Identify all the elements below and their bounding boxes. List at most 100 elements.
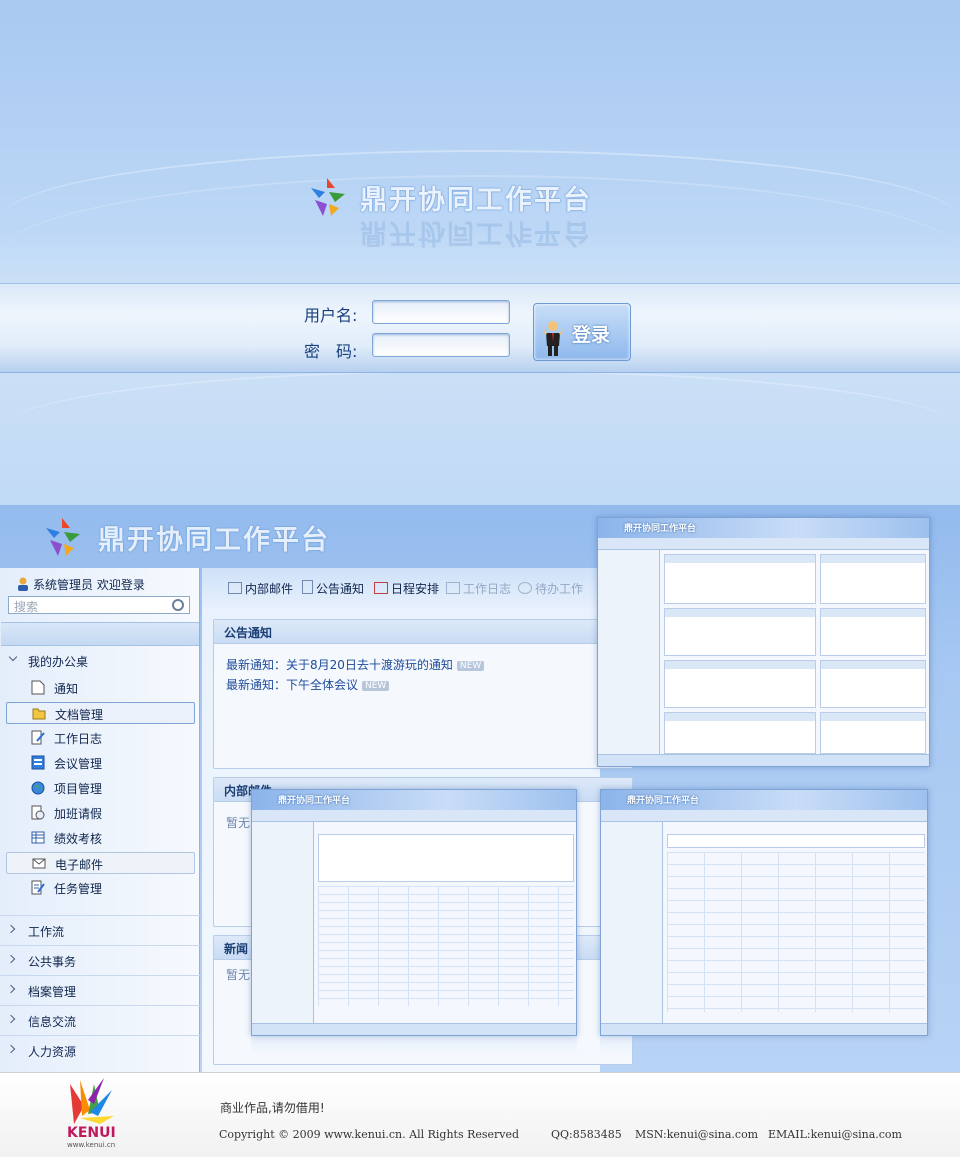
globe-icon — [31, 781, 45, 795]
thumb-form — [318, 834, 574, 882]
nav-item-notice[interactable]: 通知 — [6, 677, 195, 699]
nav-item-email[interactable]: 电子邮件 — [6, 852, 195, 874]
decor-wave — [0, 370, 960, 490]
user-greeting: 系统管理员 欢迎登录 — [16, 576, 145, 593]
task-icon — [31, 880, 45, 895]
notice-panel: 公告通知 最新通知：关于8月20日去十渡游玩的通知 NEW 最新通知：下午全体会议… — [213, 619, 633, 769]
toolbar-worklog[interactable]: 工作日志 — [446, 580, 511, 597]
login-button[interactable]: 登录 — [533, 303, 631, 361]
search-icon[interactable] — [172, 599, 184, 611]
nav-item-meeting[interactable]: 会议管理 — [6, 752, 195, 774]
toolbar-label: 日程安排 — [391, 582, 440, 596]
toolbar-internal-mail[interactable]: 内部邮件 — [228, 580, 293, 597]
document-icon — [31, 680, 45, 695]
chevron-down-icon — [8, 652, 18, 662]
thumb-table — [318, 886, 574, 1006]
nav-item-project[interactable]: 项目管理 — [6, 777, 195, 799]
thumb-box — [664, 712, 816, 754]
calendar-icon — [374, 582, 388, 594]
thumb-calendar-grid — [667, 852, 925, 1012]
login-title-reflection: 鼎开协同工作平台 — [360, 217, 592, 248]
nav-group-hr[interactable]: 人力资源 — [0, 1035, 200, 1065]
notice-item-text[interactable]: 最新通知：下午全体会议 — [226, 678, 358, 692]
nav-item-label: 工作日志 — [54, 732, 103, 746]
nav-group-my-desk[interactable]: 我的办公桌 — [0, 648, 200, 676]
notice-item[interactable]: 最新通知：下午全体会议 NEW — [226, 676, 390, 693]
thumb-calendar-toolbar — [667, 834, 925, 848]
notice-panel-title: 公告通知 — [224, 626, 273, 640]
nav-item-task[interactable]: 任务管理 — [6, 877, 195, 899]
user-icon — [18, 577, 28, 591]
person-icon — [543, 321, 563, 356]
envelope-icon — [228, 582, 242, 594]
toolbar-label: 内部邮件 — [245, 582, 294, 596]
edit-document-icon — [31, 730, 45, 745]
mail-empty-text: 暂无 — [226, 816, 251, 830]
password-input[interactable] — [372, 333, 510, 357]
thumb-reflection — [600, 1036, 928, 1056]
edit-document-icon — [446, 582, 460, 594]
chevron-right-icon — [6, 954, 16, 964]
nav-item-label: 电子邮件 — [55, 858, 104, 872]
meeting-icon — [31, 755, 45, 770]
username-input[interactable] — [372, 300, 510, 324]
thumb-box — [820, 660, 926, 708]
thumb-footer — [598, 754, 929, 766]
thumb-title: 鼎开协同工作平台 — [627, 796, 700, 806]
kenui-brand-url: www.kenui.cn — [67, 1141, 116, 1149]
kenui-brand: KENUI — [67, 1125, 116, 1141]
left-panel-bar — [1, 622, 199, 646]
nav-item-documents[interactable]: 文档管理 — [6, 702, 195, 724]
nav-item-label: 任务管理 — [54, 882, 103, 896]
nav-item-performance[interactable]: 绩效考核 — [6, 827, 195, 849]
user-greeting-text: 系统管理员 欢迎登录 — [33, 578, 145, 592]
toolbar-announcement[interactable]: 公告通知 — [302, 580, 364, 597]
footer-qq: QQ:8583485 — [551, 1128, 622, 1141]
thumb-box — [820, 712, 926, 754]
nav-item-label: 加班请假 — [54, 807, 103, 821]
new-badge: NEW — [456, 661, 485, 671]
screenshot-thumbnail-desk: 鼎开协同工作平台 — [597, 517, 930, 767]
notice-item[interactable]: 最新通知：关于8月20日去十渡游玩的通知 NEW — [226, 656, 485, 673]
nav-group-archive[interactable]: 档案管理 — [0, 975, 200, 1005]
footer-copyright: Copyright © 2009 www.kenui.cn. All Right… — [219, 1128, 520, 1141]
platform-logo-icon — [311, 178, 345, 216]
nav-item-leave[interactable]: 加班请假 — [6, 802, 195, 824]
chevron-right-icon — [6, 1014, 16, 1024]
chevron-right-icon — [6, 984, 16, 994]
search-input[interactable]: 搜索 — [8, 596, 190, 614]
preview-logo-icon — [46, 518, 80, 556]
toolbar-label: 公告通知 — [316, 582, 365, 596]
nav-item-label: 文档管理 — [55, 708, 104, 722]
thumb-box — [820, 554, 926, 604]
thumb-sidebar — [252, 822, 314, 1023]
nav-group-public-affairs[interactable]: 公共事务 — [0, 945, 200, 975]
nav-group-label: 档案管理 — [28, 985, 77, 999]
thumb-sidebar — [601, 822, 663, 1023]
thumb-reflection — [251, 1036, 577, 1056]
footer-msn: MSN:kenui@sina.com — [635, 1128, 759, 1141]
nav-group-label: 人力资源 — [28, 1045, 77, 1059]
notice-item-text[interactable]: 最新通知：关于8月20日去十渡游玩的通知 — [226, 658, 453, 672]
login-title: 鼎开协同工作平台 — [360, 185, 592, 216]
chevron-right-icon — [6, 1044, 16, 1054]
password-label: 密 码: — [304, 342, 358, 361]
nav-group-info-exchange[interactable]: 信息交流 — [0, 1005, 200, 1035]
preview-title: 鼎开协同工作平台 — [98, 525, 330, 556]
thumb-sidebar — [598, 550, 660, 754]
thumb-box — [664, 554, 816, 604]
nav-item-label: 绩效考核 — [54, 832, 103, 846]
envelope-icon — [32, 858, 46, 869]
nav-group-workflow[interactable]: 工作流 — [0, 915, 200, 945]
news-panel-title: 新闻 — [224, 942, 249, 956]
thumb-toolbar — [598, 538, 929, 550]
nav-item-label: 会议管理 — [54, 757, 103, 771]
toolbar-schedule[interactable]: 日程安排 — [374, 580, 439, 597]
screenshot-thumbnail-calendar: 鼎开协同工作平台 — [600, 789, 928, 1036]
panel-header — [214, 620, 632, 644]
toolbar-todo[interactable]: 待办工作 — [518, 580, 583, 597]
nav-item-worklog[interactable]: 工作日志 — [6, 727, 195, 749]
thumb-box — [664, 660, 816, 708]
nav-group-label: 工作流 — [28, 925, 65, 939]
clock-document-icon — [31, 805, 45, 820]
